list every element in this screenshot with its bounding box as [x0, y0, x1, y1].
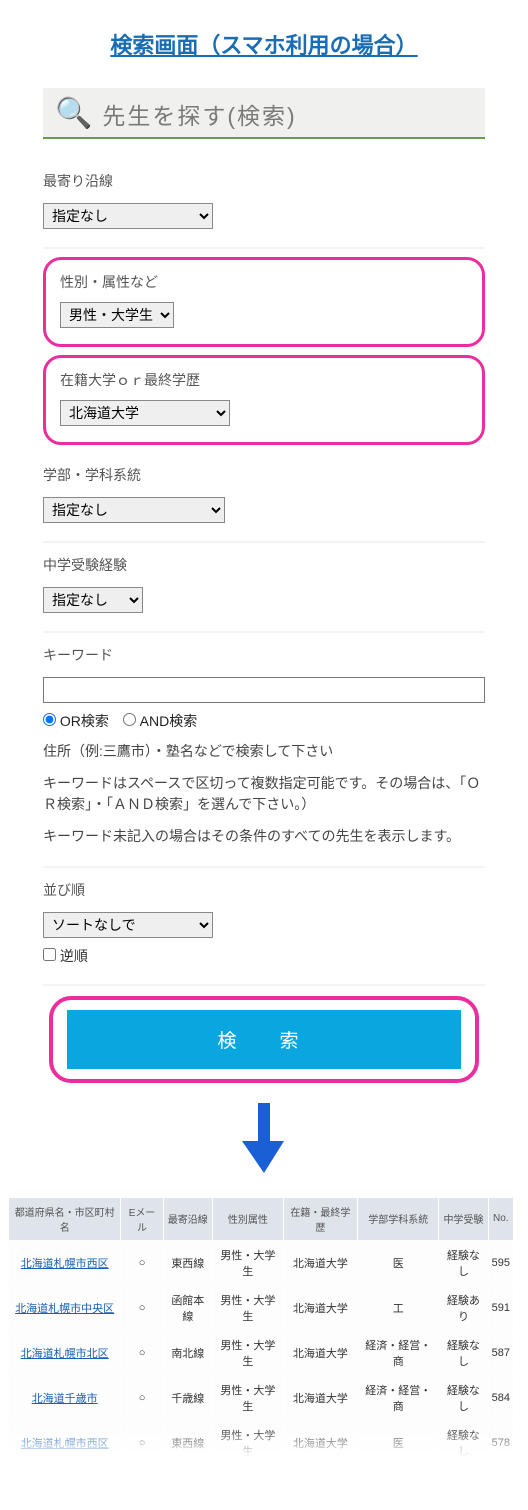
cell-univ: 北海道大学: [283, 1330, 357, 1375]
cell-email: ○: [121, 1330, 163, 1375]
group-keyword: キーワード OR検索 AND検索 住所（例:三鷹市）・塾名などで検索して下さい …: [43, 633, 485, 868]
th-attr: 性別属性: [212, 1197, 283, 1240]
th-fac: 学部学科系統: [358, 1197, 439, 1240]
radio-or-label[interactable]: OR検索: [43, 713, 109, 729]
cell-email: ○: [121, 1240, 163, 1285]
radio-and[interactable]: [123, 713, 136, 726]
submit-highlight: 検 索: [49, 996, 479, 1083]
cell-exam: 経験あり: [439, 1285, 488, 1330]
cell-exam: 経験なし: [439, 1420, 488, 1457]
cell-line: 東西線: [163, 1240, 212, 1285]
cell-univ: 北海道大学: [283, 1375, 357, 1420]
checkbox-reverse[interactable]: [43, 948, 56, 961]
table-header-row: 都道府県名・市区町村名 Eメール 最寄沿線 性別属性 在籍・最終学歴 学部学科系…: [9, 1197, 514, 1240]
cell-location[interactable]: 北海道札幌市中央区: [9, 1285, 121, 1330]
table-row: 北海道札幌市西区○東西線男性・大学生北海道大学医経験なし578: [9, 1420, 514, 1457]
form-header: 🔍 先生を探す(検索): [43, 88, 485, 139]
th-line: 最寄沿線: [163, 1197, 212, 1240]
cell-attr: 男性・大学生: [212, 1420, 283, 1457]
form-header-text: 先生を探す(検索): [102, 97, 296, 131]
input-keyword[interactable]: [43, 677, 485, 703]
cell-no: 587: [488, 1330, 513, 1375]
keyword-help-2: キーワードはスペースで区切って複数指定可能です。その場合は、「ＯＲ検索」・「ＡＮ…: [43, 773, 485, 816]
cell-line: 東西線: [163, 1420, 212, 1457]
group-jhs-exam: 中学受験経験 指定なし: [43, 543, 485, 633]
cell-location[interactable]: 北海道札幌市北区: [9, 1330, 121, 1375]
label-faculty: 学部・学科系統: [43, 465, 485, 485]
label-sort: 並び順: [43, 880, 485, 900]
cell-no: 578: [488, 1420, 513, 1457]
select-nearest-line[interactable]: 指定なし: [43, 203, 213, 229]
group-university: 在籍大学ｏｒ最終学歴 北海道大学: [43, 355, 485, 445]
cell-exam: 経験なし: [439, 1330, 488, 1375]
label-keyword: キーワード: [43, 645, 485, 665]
cell-fac: 工: [358, 1285, 439, 1330]
group-nearest-line: 最寄り沿線 指定なし: [43, 159, 485, 249]
group-faculty: 学部・学科系統 指定なし: [43, 453, 485, 543]
cell-fac: 経済・経営・商: [358, 1375, 439, 1420]
th-univ: 在籍・最終学歴: [283, 1197, 357, 1240]
cell-no: 595: [488, 1240, 513, 1285]
cell-email: ○: [121, 1285, 163, 1330]
cell-exam: 経験なし: [439, 1240, 488, 1285]
table-row: 北海道札幌市中央区○函館本線男性・大学生北海道大学工経験あり591: [9, 1285, 514, 1330]
results-table-wrap: 都道府県名・市区町村名 Eメール 最寄沿線 性別属性 在籍・最終学歴 学部学科系…: [4, 1197, 524, 1457]
cell-fac: 経済・経営・商: [358, 1330, 439, 1375]
search-form: 🔍 先生を探す(検索) 最寄り沿線 指定なし 性別・属性など 男性・大学生 在籍…: [43, 88, 485, 1083]
cell-location[interactable]: 北海道千歳市: [9, 1375, 121, 1420]
cell-line: 南北線: [163, 1330, 212, 1375]
cell-attr: 男性・大学生: [212, 1375, 283, 1420]
th-exam: 中学受験: [439, 1197, 488, 1240]
checkbox-reverse-label[interactable]: 逆順: [43, 948, 88, 964]
cell-univ: 北海道大学: [283, 1285, 357, 1330]
cell-no: 591: [488, 1285, 513, 1330]
cell-line: 千歳線: [163, 1375, 212, 1420]
cell-location[interactable]: 北海道札幌市西区: [9, 1240, 121, 1285]
cell-attr: 男性・大学生: [212, 1240, 283, 1285]
cell-no: 584: [488, 1375, 513, 1420]
magnifier-icon: 🔍: [55, 96, 92, 131]
label-gender-attr: 性別・属性など: [60, 272, 468, 292]
label-nearest-line: 最寄り沿線: [43, 171, 485, 191]
results-table: 都道府県名・市区町村名 Eメール 最寄沿線 性別属性 在籍・最終学歴 学部学科系…: [8, 1197, 514, 1457]
label-university: 在籍大学ｏｒ最終学歴: [60, 370, 468, 390]
group-gender-attr: 性別・属性など 男性・大学生: [43, 257, 485, 347]
select-university[interactable]: 北海道大学: [60, 400, 230, 426]
radio-or[interactable]: [43, 713, 56, 726]
cell-fac: 医: [358, 1420, 439, 1457]
table-row: 北海道札幌市北区○南北線男性・大学生北海道大学経済・経営・商経験なし587: [9, 1330, 514, 1375]
cell-univ: 北海道大学: [283, 1240, 357, 1285]
table-row: 北海道札幌市西区○東西線男性・大学生北海道大学医経験なし595: [9, 1240, 514, 1285]
table-row: 北海道千歳市○千歳線男性・大学生北海道大学経済・経営・商経験なし584: [9, 1375, 514, 1420]
select-gender-attr[interactable]: 男性・大学生: [60, 302, 174, 328]
cell-attr: 男性・大学生: [212, 1330, 283, 1375]
group-sort: 並び順 ソートなしで 逆順: [43, 868, 485, 986]
select-sort[interactable]: ソートなしで: [43, 912, 213, 938]
select-jhs-exam[interactable]: 指定なし: [43, 587, 143, 613]
select-faculty[interactable]: 指定なし: [43, 497, 225, 523]
th-email: Eメール: [121, 1197, 163, 1240]
cell-attr: 男性・大学生: [212, 1285, 283, 1330]
keyword-help-3: キーワード未記入の場合はその条件のすべての先生を表示します。: [43, 826, 485, 848]
cell-location[interactable]: 北海道札幌市西区: [9, 1420, 121, 1457]
cell-email: ○: [121, 1375, 163, 1420]
arrow-down-icon: [0, 1103, 528, 1173]
search-button[interactable]: 検 索: [67, 1010, 461, 1069]
cell-email: ○: [121, 1420, 163, 1457]
cell-fac: 医: [358, 1240, 439, 1285]
cell-exam: 経験なし: [439, 1375, 488, 1420]
cell-line: 函館本線: [163, 1285, 212, 1330]
th-location: 都道府県名・市区町村名: [9, 1197, 121, 1240]
keyword-help-1: 住所（例:三鷹市）・塾名などで検索して下さい: [43, 741, 485, 763]
page-title: 検索画面（スマホ利用の場合）: [0, 0, 528, 78]
cell-univ: 北海道大学: [283, 1420, 357, 1457]
th-no: No.: [488, 1197, 513, 1240]
label-jhs-exam: 中学受験経験: [43, 555, 485, 575]
radio-and-label[interactable]: AND検索: [123, 713, 197, 729]
